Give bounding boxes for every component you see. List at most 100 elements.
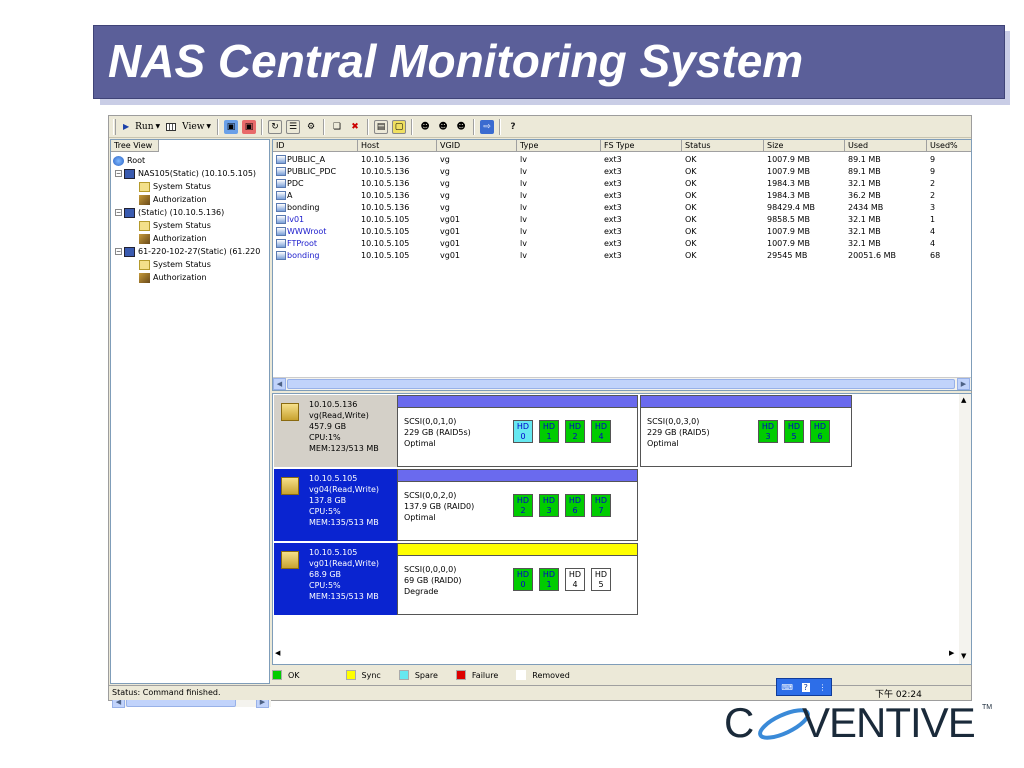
tree-item-system-status[interactable]: System Status (139, 180, 211, 193)
table-row[interactable]: lv01 10.10.5.105 vg01 lv ext3 OK 9858.5 MB 32.1… (273, 214, 971, 226)
view-button[interactable]: View ▼ (163, 118, 214, 136)
hard-disk[interactable]: HD 5 (784, 420, 804, 443)
refresh-icon[interactable]: ↻ (268, 119, 283, 134)
cell-id: WWWroot (276, 226, 326, 237)
cell-text: WWWroot (287, 227, 327, 236)
table-horizontal-scrollbar[interactable]: ◀ ▶ (273, 377, 971, 390)
hard-disk[interactable]: HD 4 (565, 568, 585, 591)
add-server-icon[interactable]: ▣ (224, 119, 239, 134)
tree-item-root[interactable]: Root (113, 154, 145, 167)
hard-disk[interactable]: HD 1 (539, 568, 559, 591)
hard-disk[interactable]: HD 7 (591, 494, 611, 517)
column-header-vgid[interactable]: VGID (437, 140, 517, 152)
user-remove-icon[interactable]: ☻ (454, 120, 468, 134)
properties-icon[interactable]: ☰ (286, 119, 301, 134)
tree-item-authorization[interactable]: Authorization (139, 271, 207, 284)
tray-options-icon[interactable]: ⋮ (819, 683, 827, 692)
vg-host-card[interactable]: 10.10.5.105 vg01(Read,Write) 68.9 GB CPU… (274, 543, 397, 615)
cell-text: lv (520, 239, 527, 248)
cell-id: bonding (276, 250, 320, 261)
toolbar-separator (367, 118, 370, 135)
tree-item-server[interactable]: − NAS105(Static) (10.10.5.105) (115, 167, 256, 180)
hard-disk[interactable]: HD 6 (565, 494, 585, 517)
column-header-used-pct[interactable]: Used% (927, 140, 971, 152)
disk-icon[interactable]: ▤ (374, 119, 389, 134)
cell-text: 10.10.5.136 (361, 155, 410, 164)
raid-array[interactable]: SCSI(0,0,0,0) 69 GB (RAID0) Degrade HD 0 … (397, 543, 638, 615)
hard-disk[interactable]: HD 4 (591, 420, 611, 443)
export-icon[interactable]: ⇨ (480, 119, 495, 134)
scroll-left-icon[interactable]: ◀ (273, 378, 286, 390)
remove-server-icon[interactable]: ▣ (242, 119, 257, 134)
raid-vertical-scrollbar[interactable]: ▲ ▼ (959, 394, 971, 664)
vg-host-ip: 10.10.5.136 (309, 400, 358, 409)
user-add-icon[interactable]: ☻ (418, 120, 432, 134)
column-header-status[interactable]: Status (682, 140, 764, 152)
hd-label: HD (568, 496, 582, 505)
scroll-right-icon[interactable]: ▶ (957, 378, 970, 390)
collapse-icon[interactable]: − (115, 248, 122, 255)
scroll-left-icon[interactable]: ◀ (275, 649, 280, 657)
raid-array[interactable]: SCSI(0,0,3,0) 229 GB (RAID5) Optimal HD 3… (640, 395, 852, 467)
column-header-host[interactable]: Host (358, 140, 437, 152)
hard-disk[interactable]: HD 0 (513, 568, 533, 591)
hard-disk[interactable]: HD 6 (810, 420, 830, 443)
scroll-thumb[interactable] (287, 379, 955, 389)
table-row[interactable]: PUBLIC_PDC 10.10.5.136 vg lv ext3 OK 1007.9 MB… (273, 166, 971, 178)
scroll-up-icon[interactable]: ▲ (961, 396, 966, 404)
tree-view[interactable]: Tree View Root − NAS105(Static) (10.10.5… (110, 139, 271, 708)
scroll-right-icon[interactable]: ▶ (949, 649, 954, 657)
raid-array[interactable]: SCSI(0,0,1,0) 229 GB (RAID5s) Optimal HD… (397, 395, 638, 467)
toolbar-grip[interactable] (113, 118, 116, 135)
raid-array[interactable]: SCSI(0,0,2,0) 137.9 GB (RAID0) Optimal H… (397, 469, 638, 541)
raid-panel[interactable]: 10.10.5.136 vg(Read,Write) 457.9 GB CPU:… (272, 393, 972, 665)
scroll-down-icon[interactable]: ▼ (961, 652, 966, 660)
run-button[interactable]: ▶ Run ▼ (120, 118, 163, 136)
tree-item-system-status[interactable]: System Status (139, 258, 211, 271)
hard-disk[interactable]: HD 3 (758, 420, 778, 443)
user-edit-icon[interactable]: ☻ (436, 120, 450, 134)
raid-state: Optimal (404, 513, 436, 522)
collapse-icon[interactable]: − (115, 209, 122, 216)
column-header-fs-type[interactable]: FS Type (601, 140, 682, 152)
raid-capacity: 229 GB (RAID5) (647, 428, 710, 437)
toolbar-separator (411, 118, 414, 135)
tray-popup[interactable]: ⌨ ? ⋮ (776, 678, 832, 696)
column-header-size[interactable]: Size (764, 140, 845, 152)
table-row[interactable]: bonding 10.10.5.105 vg01 lv ext3 OK 29545 MB 20… (273, 250, 971, 262)
table-row[interactable]: PUBLIC_A 10.10.5.136 vg lv ext3 OK 1007.9 MB 89… (273, 154, 971, 166)
tree-item-server[interactable]: − (Static) (10.10.5.136) (115, 206, 224, 219)
help-icon[interactable]: ? (506, 120, 520, 134)
monitor-icon[interactable]: ▢ (392, 119, 407, 134)
table-row[interactable]: PDC 10.10.5.136 vg lv ext3 OK 1984.3 MB 32.1 MB… (273, 178, 971, 190)
table-row[interactable]: A 10.10.5.136 vg lv ext3 OK 1984.3 MB 36.2 MB 2 (273, 190, 971, 202)
hard-disk[interactable]: HD 3 (539, 494, 559, 517)
copy-icon[interactable]: ❏ (330, 120, 344, 134)
tree-item-label: System Status (153, 221, 211, 230)
hard-disk[interactable]: HD 0 (513, 420, 533, 443)
tree-item-authorization[interactable]: Authorization (139, 193, 207, 206)
volume-table[interactable]: ID Host VGID Type FS Type Status Size Us… (272, 139, 972, 391)
hard-disk[interactable]: HD 5 (591, 568, 611, 591)
tree-item-server[interactable]: − 61-220-102-27(Static) (61.220 (115, 245, 260, 258)
tree-item-system-status[interactable]: System Status (139, 219, 211, 232)
delete-icon[interactable]: ✖ (348, 120, 362, 134)
vg-host-card[interactable]: 10.10.5.136 vg(Read,Write) 457.9 GB CPU:… (274, 395, 397, 467)
table-row[interactable]: WWWroot 10.10.5.105 vg01 lv ext3 OK 1007.9 MB 3… (273, 226, 971, 238)
column-header-type[interactable]: Type (517, 140, 601, 152)
column-header-used[interactable]: Used (845, 140, 927, 152)
hard-disk[interactable]: HD 2 (565, 420, 585, 443)
hard-disk[interactable]: HD 2 (513, 494, 533, 517)
column-header-id[interactable]: ID (273, 140, 358, 152)
raid-status-bar (398, 544, 637, 556)
hard-disk[interactable]: HD 1 (539, 420, 559, 443)
vg-host-card[interactable]: 10.10.5.105 vg04(Read,Write) 137.8 GB CP… (274, 469, 397, 541)
table-row[interactable]: FTProot 10.10.5.105 vg01 lv ext3 OK 1007.9 MB 3… (273, 238, 971, 250)
table-row[interactable]: bonding 10.10.5.136 vg lv ext3 OK 98429.4 MB 24… (273, 202, 971, 214)
help-icon[interactable]: ? (801, 682, 810, 692)
keyboard-icon[interactable]: ⌨ (781, 683, 793, 692)
tools-icon[interactable]: ⚙ (304, 120, 318, 134)
tree-item-authorization[interactable]: Authorization (139, 232, 207, 245)
collapse-icon[interactable]: − (115, 170, 122, 177)
cell-text: OK (685, 227, 697, 236)
